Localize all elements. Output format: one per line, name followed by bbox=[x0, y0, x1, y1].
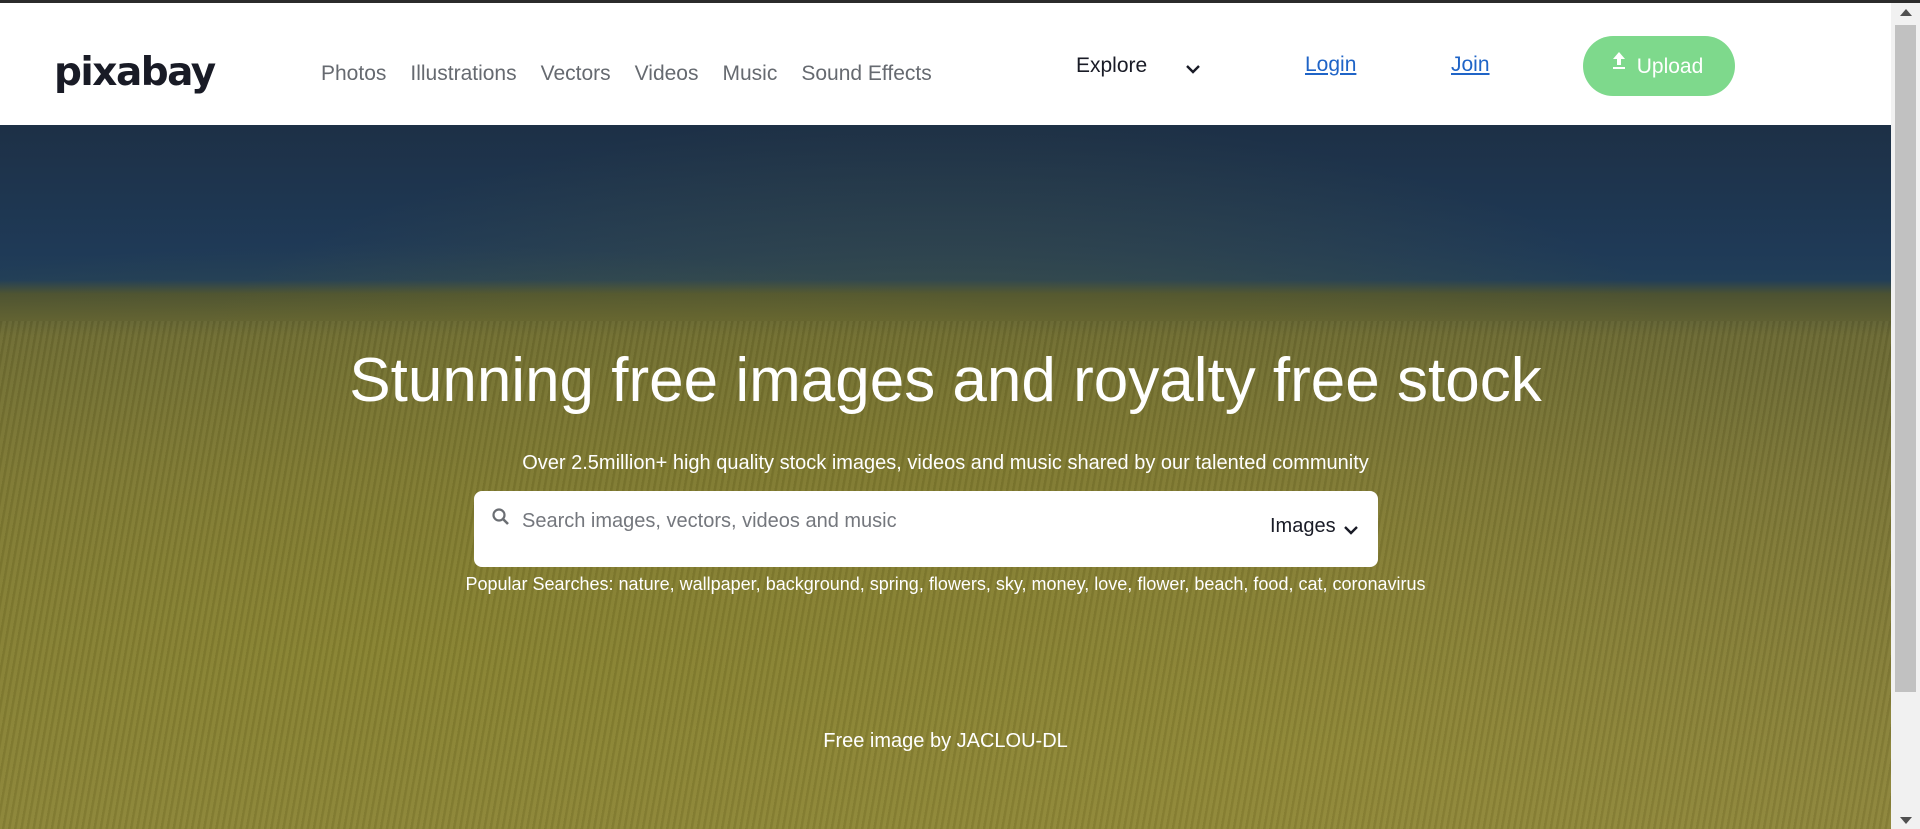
popular-searches: Popular Searches: nature, wallpaper, bac… bbox=[465, 574, 1426, 594]
popular-term[interactable]: nature bbox=[619, 574, 670, 594]
search-type-label: Images bbox=[1270, 515, 1336, 537]
nav-music[interactable]: Music bbox=[723, 62, 778, 86]
upload-arrow-icon bbox=[1611, 50, 1627, 76]
search-bar: Images bbox=[474, 491, 1378, 567]
popular-term[interactable]: sky bbox=[996, 574, 1022, 594]
chevron-down-icon bbox=[1185, 58, 1201, 82]
popular-term[interactable]: cat bbox=[1298, 574, 1322, 594]
hero-subtitle: Over 2.5million+ high quality stock imag… bbox=[522, 452, 1369, 474]
pixabay-logo[interactable]: pixabay bbox=[54, 53, 216, 92]
image-credit[interactable]: Free image by JACLOU-DL bbox=[0, 730, 1891, 753]
popular-term[interactable]: flower bbox=[1137, 574, 1184, 594]
popular-term[interactable]: background bbox=[766, 574, 860, 594]
popular-term[interactable]: food bbox=[1253, 574, 1288, 594]
scrollbar-thumb[interactable] bbox=[1895, 25, 1916, 692]
explore-label: Explore bbox=[1076, 54, 1148, 77]
nav-vectors[interactable]: Vectors bbox=[541, 62, 611, 86]
login-link[interactable]: Login bbox=[1305, 53, 1356, 77]
hero-title: Stunning free images and royalty free st… bbox=[349, 346, 1542, 415]
popular-searches-label: Popular Searches: bbox=[465, 574, 614, 594]
popular-term[interactable]: spring bbox=[870, 574, 919, 594]
search-type-select[interactable]: Images bbox=[1270, 515, 1358, 538]
scroll-down-arrow-icon[interactable] bbox=[1900, 817, 1912, 824]
scroll-up-arrow-icon[interactable] bbox=[1900, 9, 1912, 16]
hero-section: Stunning free images and royalty free st… bbox=[0, 125, 1891, 829]
page-scrollbar[interactable] bbox=[1891, 3, 1920, 829]
search-icon[interactable] bbox=[491, 507, 511, 532]
join-link[interactable]: Join bbox=[1451, 53, 1490, 77]
popular-term[interactable]: coronavirus bbox=[1333, 574, 1426, 594]
chevron-down-icon bbox=[1343, 520, 1359, 543]
upload-label: Upload bbox=[1636, 55, 1704, 78]
nav-videos[interactable]: Videos bbox=[635, 62, 699, 86]
popular-term[interactable]: money bbox=[1032, 574, 1085, 594]
upload-button[interactable]: Upload bbox=[1583, 36, 1735, 96]
search-input[interactable] bbox=[520, 505, 1224, 537]
popular-term[interactable]: beach bbox=[1194, 574, 1243, 594]
popular-term[interactable]: wallpaper bbox=[680, 574, 756, 594]
popular-term[interactable]: love bbox=[1094, 574, 1127, 594]
nav-sound-effects[interactable]: Sound Effects bbox=[801, 62, 931, 86]
main-nav: Photos Illustrations Vectors Videos Musi… bbox=[321, 62, 956, 86]
popular-term[interactable]: flowers bbox=[929, 574, 986, 594]
explore-dropdown[interactable]: Explore bbox=[1076, 54, 1200, 78]
nav-illustrations[interactable]: Illustrations bbox=[410, 62, 516, 86]
site-header: pixabay Photos Illustrations Vectors Vid… bbox=[0, 3, 1891, 125]
nav-photos[interactable]: Photos bbox=[321, 62, 386, 86]
